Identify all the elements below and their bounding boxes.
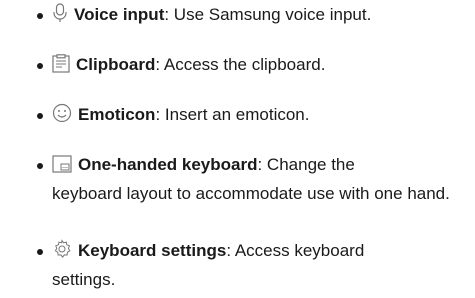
bullet bbox=[37, 163, 43, 169]
gear-icon bbox=[52, 239, 72, 267]
item-description: : Access the clipboard. bbox=[155, 55, 326, 74]
bullet bbox=[37, 63, 43, 69]
item-description: : Change the bbox=[257, 155, 355, 174]
item-term: Emoticon bbox=[78, 105, 156, 124]
item-description-continued: keyboard layout to accommodate use with … bbox=[52, 184, 450, 203]
item-description: : Insert an emoticon. bbox=[155, 105, 310, 124]
bullet bbox=[37, 13, 43, 19]
item-text: Voice input: Use Samsung voice input. bbox=[52, 2, 470, 31]
bullet bbox=[37, 249, 43, 255]
item-term: One-handed keyboard bbox=[78, 155, 258, 174]
clipboard-icon bbox=[52, 54, 70, 81]
item-text: One-handed keyboard: Change the keyboard… bbox=[52, 152, 470, 207]
emoticon-icon bbox=[52, 103, 72, 131]
one-handed-keyboard-icon bbox=[52, 155, 72, 181]
item-description: : Access keyboard bbox=[226, 241, 365, 260]
item-term: Voice input bbox=[74, 5, 165, 24]
item-text: Keyboard settings: Access keyboard setti… bbox=[52, 238, 470, 293]
microphone-icon bbox=[52, 3, 68, 31]
item-text: Clipboard: Access the clipboard. bbox=[52, 52, 470, 81]
item-term: Keyboard settings bbox=[78, 241, 227, 260]
item-description: : Use Samsung voice input. bbox=[164, 5, 372, 24]
bullet bbox=[37, 113, 43, 119]
item-term: Clipboard bbox=[76, 55, 156, 74]
item-text: Emoticon: Insert an emoticon. bbox=[52, 102, 470, 131]
item-description-continued: settings. bbox=[52, 270, 116, 289]
